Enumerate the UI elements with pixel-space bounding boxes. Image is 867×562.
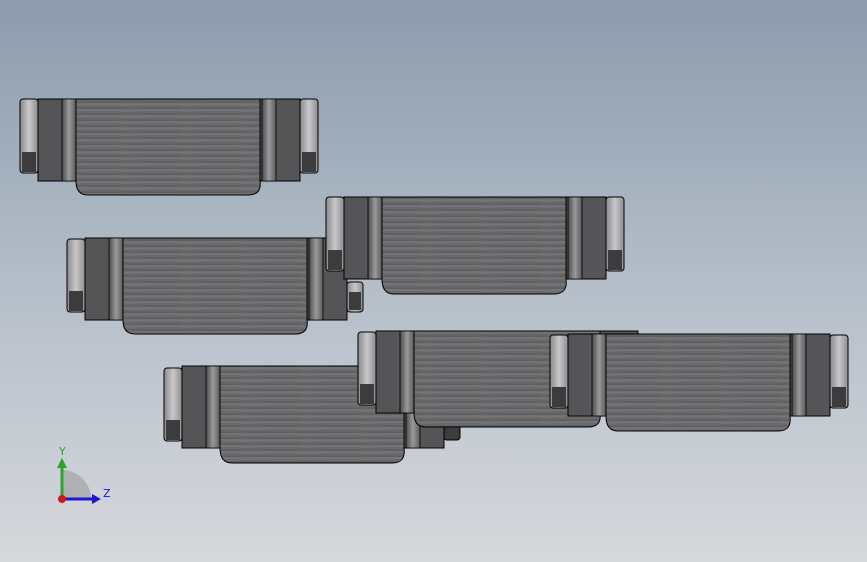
nut-icon: [163, 367, 183, 442]
assembly-canvas: Y Z: [19, 98, 849, 504]
nut-icon: [357, 331, 377, 406]
nut-icon: [325, 196, 345, 272]
nut-icon: [605, 196, 625, 272]
linear-block-3[interactable]: [325, 196, 625, 295]
z-axis-label: Z: [103, 487, 111, 500]
nut-icon: [299, 98, 319, 174]
cad-viewport[interactable]: Y Z: [0, 0, 867, 562]
nut-icon: [346, 281, 364, 313]
triad-plane-icon: [62, 470, 91, 499]
nut-icon: [19, 98, 39, 174]
linear-block-6[interactable]: [549, 333, 849, 432]
orientation-triad: Y Z: [57, 445, 111, 504]
nut-icon: [66, 238, 86, 313]
linear-block-2[interactable]: [66, 237, 364, 335]
y-axis-label: Y: [58, 445, 66, 458]
nut-icon: [829, 334, 849, 409]
linear-block-1[interactable]: [19, 98, 319, 196]
nut-icon: [549, 334, 569, 409]
x-axis-dot-icon: [58, 495, 66, 503]
